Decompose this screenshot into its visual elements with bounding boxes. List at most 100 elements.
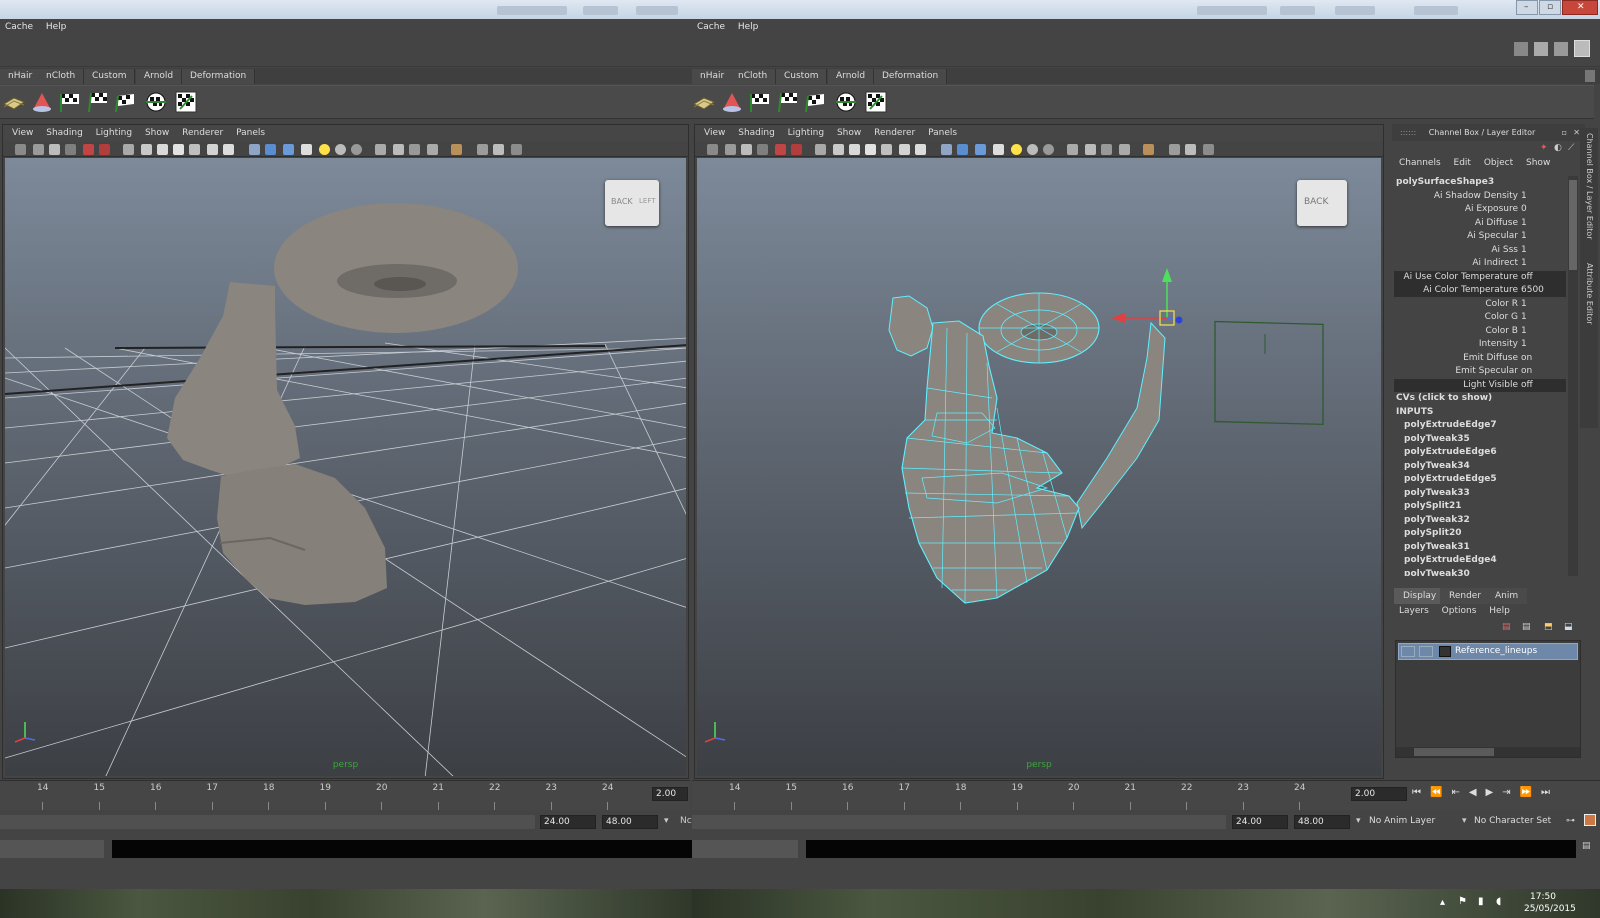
camera-attr-icon[interactable] [725,144,736,155]
shelf-tab-nhair[interactable]: nHair [692,69,734,84]
input-node-row[interactable]: polySplit21 [1394,500,1566,513]
menu-cache[interactable]: Cache [692,19,730,35]
action-center-flag-icon[interactable]: ⚑ [1458,896,1467,907]
input-node-row[interactable]: polyTweak32 [1394,514,1566,527]
resolution-gate-icon[interactable] [849,144,860,155]
checker-flag-icon-3[interactable] [114,90,138,114]
viewcube[interactable]: BACK LEFT [605,180,659,226]
script-editor-icon[interactable]: ▤ [1582,841,1591,851]
lights-icon[interactable] [319,144,330,155]
channel-attribute-row[interactable]: Color R1 [1394,298,1566,311]
ao-icon[interactable] [1043,144,1054,155]
current-frame-field[interactable]: 2.00 [1351,787,1407,801]
channel-attribute-row[interactable]: Color B1 [1394,325,1566,338]
input-node-row[interactable]: polyTweak34 [1394,460,1566,473]
channel-attribute-row[interactable]: Ai Indirect 1 [1394,257,1566,270]
input-node-row[interactable]: polyTweak31 [1394,541,1566,554]
channel-scrollbar[interactable] [1568,176,1578,576]
arnold-light-icon[interactable] [720,90,744,114]
grid-toggle-icon[interactable] [123,144,134,155]
cb-menu-object[interactable]: Object [1479,158,1518,168]
bookmark-icon[interactable] [49,144,60,155]
attribute-value[interactable]: 0 [1521,203,1527,216]
checker-texture-icon[interactable] [864,90,888,114]
arnold-light-icon[interactable] [30,90,54,114]
range-end-field[interactable]: 24.00 [1232,815,1288,829]
checker-flag-icon-2[interactable] [86,90,110,114]
vp-menu-view[interactable]: View [7,125,38,141]
field-chart-icon[interactable] [881,144,892,155]
image-plane-icon[interactable] [757,144,768,155]
attribute-value[interactable]: on [1521,365,1532,378]
resolution-gate-icon[interactable] [157,144,168,155]
hyper-icon[interactable]: ⟋ [1568,143,1574,153]
menu-cache[interactable]: Cache [0,19,38,35]
channel-attribute-row[interactable]: Ai Exposure 0 [1394,203,1566,216]
layer-menu-layers[interactable]: Layers [1394,606,1434,616]
shelf-tab-deformation[interactable]: Deformation [874,69,948,84]
checker-flag-icon-3[interactable] [804,90,828,114]
pencil-icon[interactable] [99,144,110,155]
isolate-icon[interactable] [375,144,386,155]
command-output[interactable] [806,840,1576,858]
checker-sphere-icon[interactable] [144,90,168,114]
camera-attr-icon[interactable] [33,144,44,155]
textured-icon[interactable] [301,144,312,155]
lineup-plane-icon[interactable] [2,90,26,114]
lights-icon[interactable] [1011,144,1022,155]
network-icon[interactable]: ▮ [1478,896,1484,907]
layer-menu-options[interactable]: Options [1437,606,1482,616]
film-gate-icon[interactable] [833,144,844,155]
side-tab-attribute-editor[interactable]: Attribute Editor [1585,263,1594,325]
tab-anim[interactable]: Anim [1486,588,1528,604]
wireframe-icon[interactable] [941,144,952,155]
vp-menu-show[interactable]: Show [832,125,866,141]
attribute-value[interactable]: 1 [1521,325,1527,338]
image-plane-icon[interactable] [65,144,76,155]
wireframe-on-shaded-icon[interactable] [975,144,986,155]
camera-icon[interactable] [15,144,26,155]
camera-icon[interactable] [707,144,718,155]
anim-layer-dropdown[interactable]: No Anim Layer [1369,816,1435,826]
tray-arrow-icon[interactable]: ▴ [1440,897,1445,908]
chevron-down-icon[interactable]: ▾ [664,816,669,826]
xray-components-icon[interactable] [427,144,438,155]
sidebar-toggle-icon[interactable] [1514,42,1528,56]
clock-time[interactable]: 17:50 [1530,892,1556,902]
attribute-value[interactable]: 1 [1521,298,1527,311]
shelf-tab-deformation[interactable]: Deformation [182,69,256,84]
input-node-row[interactable]: polyExtrudeEdge4 [1394,554,1566,567]
shelf-tab-custom[interactable]: Custom [776,69,828,84]
tool-settings-icon[interactable] [1554,42,1568,56]
checker-flag-icon-2[interactable] [776,90,800,114]
checker-sphere-icon[interactable] [834,90,858,114]
inputs-header[interactable]: INPUTS [1394,406,1566,419]
left-3d-viewport[interactable]: BACK LEFT persp [5,158,686,776]
new-layer-selected-icon[interactable]: ▤ [1522,622,1531,632]
checker-flag-icon-1[interactable] [748,90,772,114]
channel-attribute-row[interactable]: Emit Diffuse on [1394,352,1566,365]
shelf-tab-arnold[interactable]: Arnold [136,69,183,84]
smooth-shade-icon[interactable] [265,144,276,155]
input-node-row[interactable]: polyTweak35 [1394,433,1566,446]
vp-menu-shading[interactable]: Shading [41,125,88,141]
gate-mask-icon[interactable] [865,144,876,155]
safe-action-icon[interactable] [899,144,910,155]
grid-toggle-icon[interactable] [815,144,826,155]
viewcube[interactable]: BACK [1297,180,1347,226]
mel-label-box[interactable] [0,840,104,858]
channel-box-toggle-icon[interactable] [1574,40,1590,57]
safe-title-icon[interactable] [915,144,926,155]
vp-menu-view[interactable]: View [699,125,730,141]
chevron-down-icon[interactable]: ▾ [1462,816,1467,826]
channel-attribute-row[interactable]: Intensity 1 [1394,338,1566,351]
visibility-toggle[interactable] [1401,646,1415,657]
select-camera-icon[interactable] [1143,144,1154,155]
channel-attribute-row[interactable]: Light Visible off [1394,378,1566,392]
shelf-tab-nhair[interactable]: nHair [0,69,42,84]
safe-title-icon[interactable] [223,144,234,155]
wireframe-icon[interactable] [249,144,260,155]
lineup-plane-icon[interactable] [692,90,716,114]
cube-icon[interactable] [1169,144,1180,155]
channel-attribute-row[interactable]: Color G1 [1394,311,1566,324]
